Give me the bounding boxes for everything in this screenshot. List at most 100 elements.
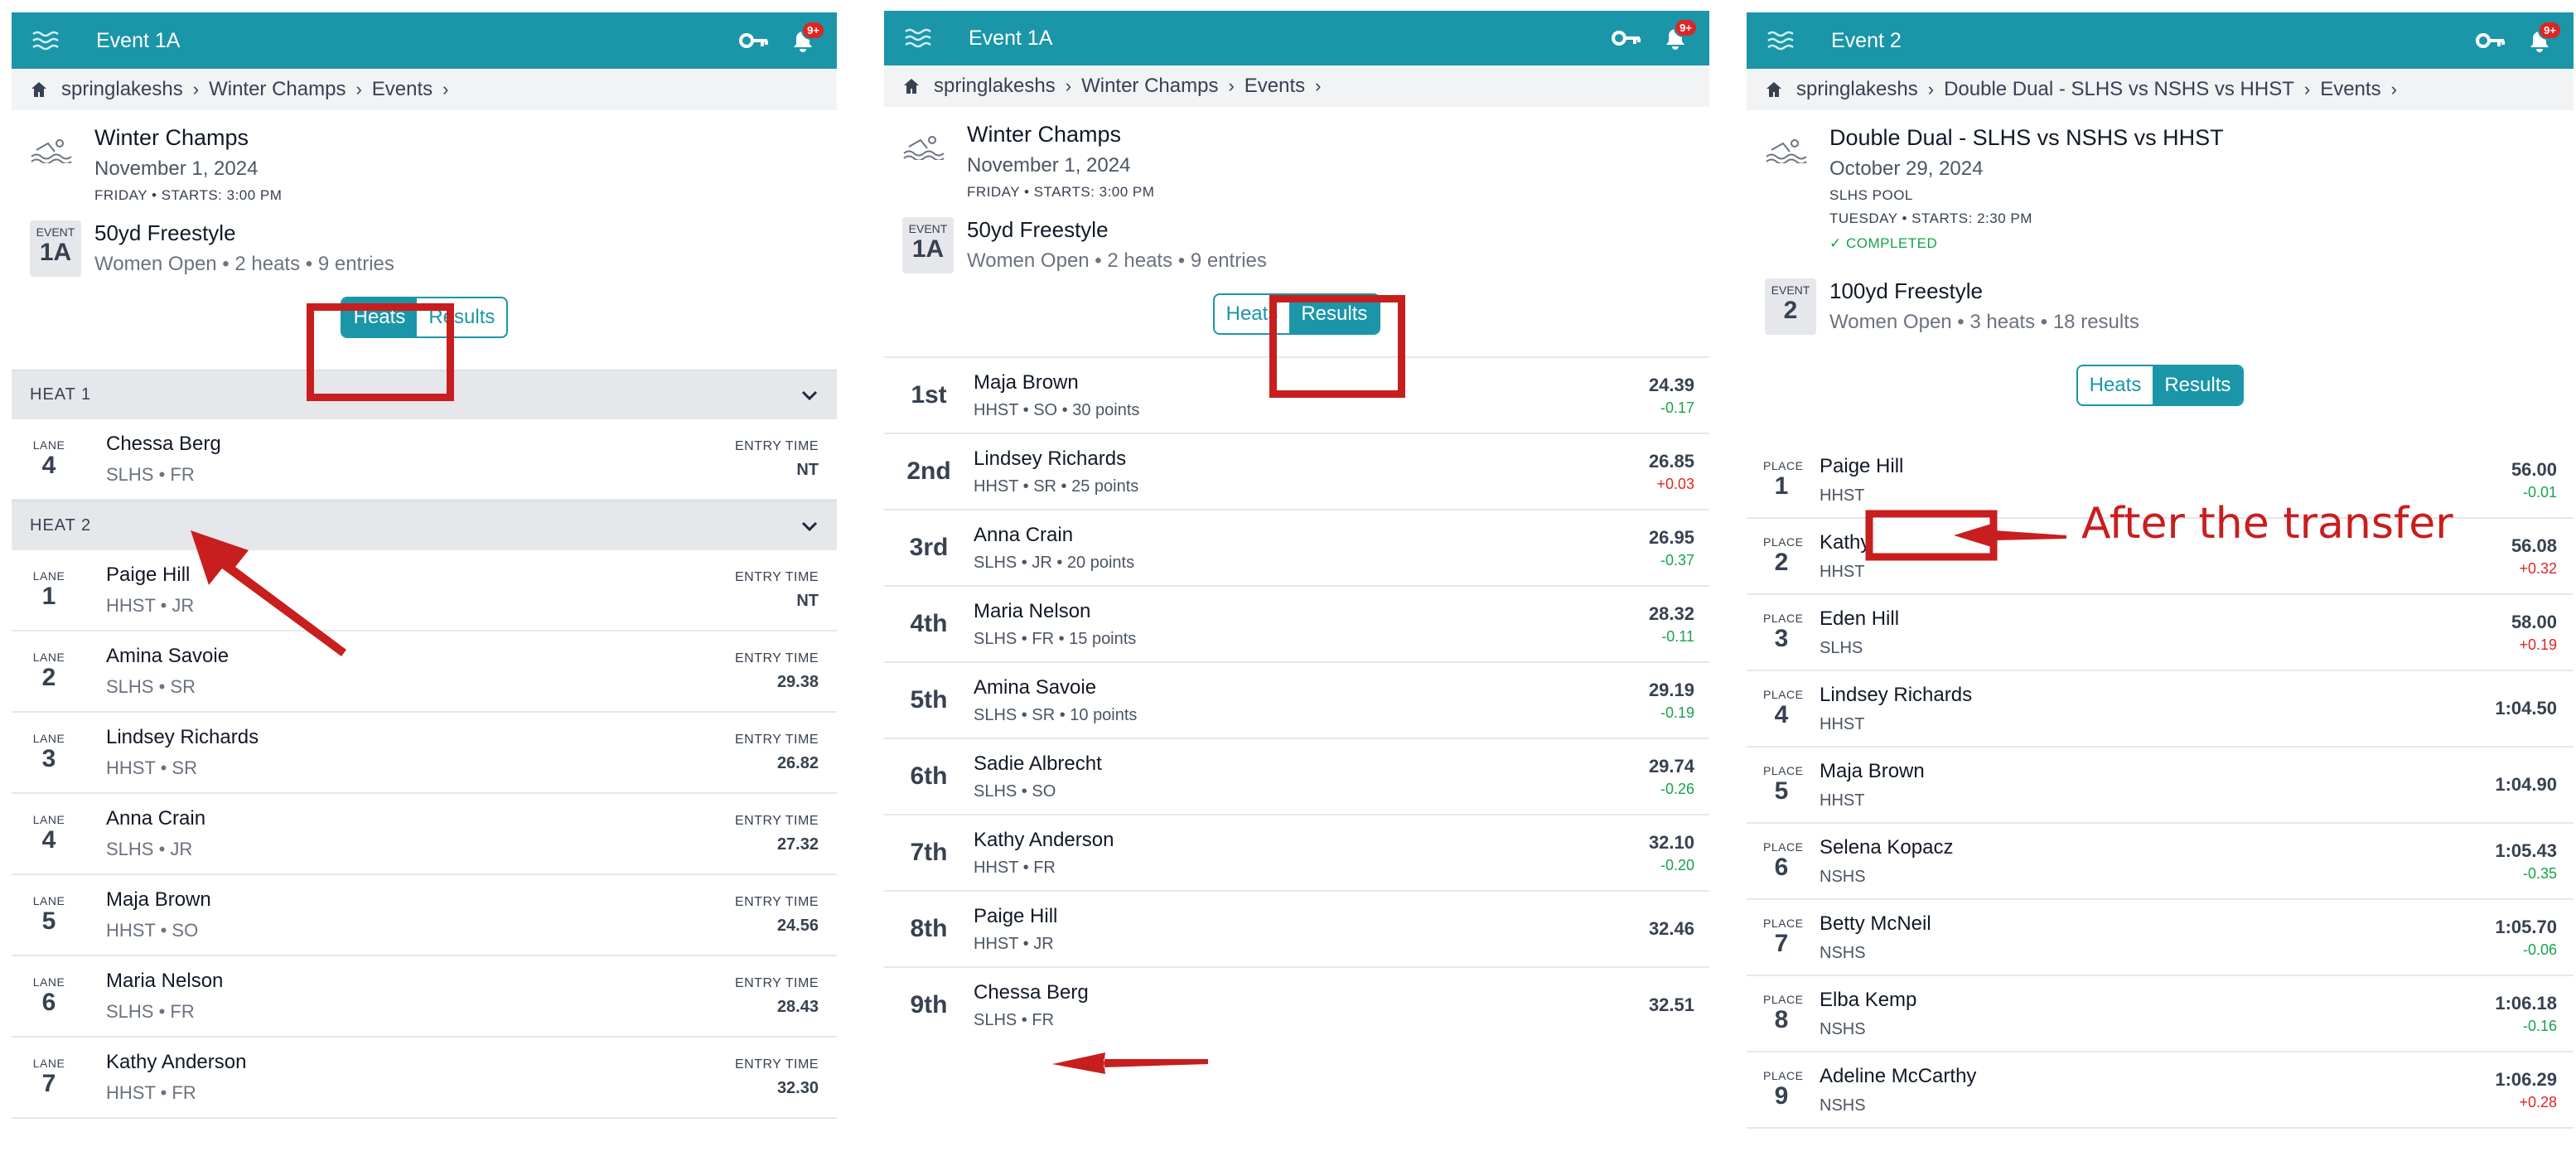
meet-header: Winter Champs November 1, 2024 FRIDAY • … bbox=[12, 110, 837, 204]
tab-results[interactable]: Results bbox=[2153, 366, 2243, 404]
swimmer-name[interactable]: Lindsey Richards bbox=[974, 448, 1138, 471]
entry-row[interactable]: LANE 6 Maria Nelson SLHS • FR ENTRY TIME 28.4… bbox=[12, 956, 837, 1038]
event-name: 50yd Freestyle bbox=[94, 220, 236, 245]
result-row[interactable]: 5th Amina Savoie SLHS • SR • 10 points 29.1… bbox=[884, 661, 1709, 738]
menu-wave-icon[interactable] bbox=[902, 27, 935, 50]
result-row[interactable]: 3rd Anna Crain SLHS • JR • 20 points 26.95 -… bbox=[884, 509, 1709, 585]
result-row[interactable]: PLACE 9 Adeline McCarthy NSHS 1:06.29 +0.28 bbox=[1747, 1052, 2574, 1129]
swimmer-name[interactable]: Lindsey Richards bbox=[106, 726, 259, 749]
result-row[interactable]: 8th Paige Hill HHST • JR 32.46 bbox=[884, 890, 1709, 966]
menu-wave-icon[interactable] bbox=[1765, 29, 1798, 52]
entry-row[interactable]: LANE 3 Lindsey Richards HHST • SR ENTRY TIME… bbox=[12, 713, 837, 794]
swimmer-name[interactable]: Kathy Anderson bbox=[974, 829, 1114, 852]
lane-box: LANE 2 bbox=[30, 651, 68, 692]
result-row[interactable]: 2nd Lindsey Richards HHST • SR • 25 points… bbox=[884, 433, 1709, 509]
breadcrumb-events[interactable]: Events bbox=[1245, 75, 1305, 98]
entry-time-label: ENTRY TIME bbox=[734, 1057, 819, 1072]
swimmer-details: SLHS • FR bbox=[974, 1010, 1055, 1029]
breadcrumb-meet[interactable]: Winter Champs bbox=[1081, 75, 1218, 98]
result-row[interactable]: 9th Chessa Berg SLHS • FR 32.51 bbox=[884, 966, 1709, 1043]
key-icon[interactable] bbox=[2476, 31, 2506, 51]
home-icon[interactable] bbox=[30, 80, 48, 99]
key-icon[interactable] bbox=[739, 31, 769, 51]
swimmer-name[interactable]: Eden Hill bbox=[1820, 607, 1899, 631]
place-box: PLACE 5 bbox=[1763, 764, 1803, 806]
swimmer-name[interactable]: Maja Brown bbox=[1820, 760, 1925, 783]
result-row[interactable]: PLACE 8 Elba Kemp NSHS 1:06.18 -0.16 bbox=[1747, 976, 2574, 1052]
time-diff: +0.28 bbox=[2519, 1093, 2557, 1110]
lane-number: 7 bbox=[41, 1070, 56, 1097]
swimmer-name[interactable]: Chessa Berg bbox=[974, 981, 1089, 1004]
breadcrumb-team[interactable]: springlakeshs bbox=[61, 78, 183, 101]
swimmer-name[interactable]: Adeline McCarthy bbox=[1820, 1065, 1976, 1088]
swimmer-name[interactable]: Amina Savoie bbox=[106, 645, 229, 668]
entry-row[interactable]: LANE 1 Paige Hill HHST • JR ENTRY TIME NT bbox=[12, 550, 837, 631]
place-number: 1 bbox=[1774, 472, 1789, 500]
home-icon[interactable] bbox=[902, 77, 921, 95]
breadcrumb-team[interactable]: springlakeshs bbox=[1796, 78, 1918, 101]
swimmer-name[interactable]: Selena Kopacz bbox=[1820, 836, 1953, 859]
menu-wave-icon[interactable] bbox=[30, 29, 63, 52]
swimmer-name[interactable]: Anna Crain bbox=[106, 807, 205, 830]
meet-name: Double Dual - SLHS vs NSHS vs HHST bbox=[1829, 125, 2224, 150]
time-diff: -0.01 bbox=[2522, 483, 2557, 501]
swimmer-name[interactable]: Kathy Anderson bbox=[106, 1051, 246, 1074]
swimmer-team: HHST • JR bbox=[106, 595, 195, 616]
swimmer-name[interactable]: Maria Nelson bbox=[106, 970, 223, 993]
swimmer-name[interactable]: Paige Hill bbox=[974, 905, 1057, 928]
place-number: 2 bbox=[1774, 549, 1789, 576]
entry-row[interactable]: LANE 5 Maja Brown HHST • SO ENTRY TIME 24.56 bbox=[12, 875, 837, 956]
result-row[interactable]: 4th Maria Nelson SLHS • FR • 15 points 28.3… bbox=[884, 585, 1709, 661]
swimmer-team: HHST bbox=[1820, 486, 1865, 505]
swimmer-name[interactable]: Maria Nelson bbox=[974, 600, 1136, 623]
result-time: 56.00 -0.01 bbox=[2511, 459, 2557, 501]
breadcrumb-events[interactable]: Events bbox=[2320, 78, 2380, 101]
time-diff: +0.03 bbox=[1656, 475, 1694, 492]
notifications-button[interactable]: 9+ bbox=[1661, 18, 1698, 55]
entry-row[interactable]: LANE 2 Amina Savoie SLHS • SR ENTRY TIME 29.3… bbox=[12, 631, 837, 713]
entry-row[interactable]: LANE 7 Kathy Anderson HHST • FR ENTRY TIME 32… bbox=[12, 1038, 837, 1119]
result-row[interactable]: PLACE 5 Maja Brown HHST 1:04.90 bbox=[1747, 747, 2574, 824]
breadcrumb-meet[interactable]: Winter Champs bbox=[209, 78, 346, 101]
swimmer-name[interactable]: Kathy Anderson bbox=[1820, 531, 1960, 554]
entry-row[interactable]: LANE 4 Chessa Berg SLHS • FR ENTRY TIME NT bbox=[12, 419, 837, 501]
swimmer-name[interactable]: Paige Hill bbox=[1820, 455, 1903, 478]
notifications-button[interactable]: 9+ bbox=[789, 21, 825, 57]
result-row[interactable]: PLACE 7 Betty McNeil NSHS 1:05.70 -0.06 bbox=[1747, 900, 2574, 976]
breadcrumb: springlakeshs › Winter Champs › Events › bbox=[12, 69, 837, 110]
swimmer-name[interactable]: Paige Hill bbox=[106, 564, 194, 587]
lane-number: 1 bbox=[41, 583, 56, 610]
heat-header-2[interactable]: HEAT 2 bbox=[12, 501, 837, 550]
place-number: 6 bbox=[1774, 854, 1789, 881]
result-row[interactable]: PLACE 4 Lindsey Richards HHST 1:04.50 bbox=[1747, 671, 2574, 747]
result-row[interactable]: 6th Sadie Albrecht SLHS • SO 29.74 -0.26 bbox=[884, 738, 1709, 814]
swimmer-name[interactable]: Maja Brown bbox=[974, 371, 1139, 394]
swimmer-name[interactable]: Maja Brown bbox=[106, 888, 211, 912]
breadcrumb-meet[interactable]: Double Dual - SLHS vs NSHS vs HHST bbox=[1944, 78, 2294, 101]
notification-badge: 9+ bbox=[801, 21, 825, 40]
result-row[interactable]: PLACE 6 Selena Kopacz NSHS 1:05.43 -0.35 bbox=[1747, 824, 2574, 900]
notifications-button[interactable]: 9+ bbox=[2525, 21, 2562, 57]
swimmer-name[interactable]: Amina Savoie bbox=[974, 676, 1137, 699]
swimmer-name[interactable]: Sadie Albrecht bbox=[974, 752, 1102, 776]
place-number: 4 bbox=[1774, 701, 1789, 728]
swimmer-name[interactable]: Betty McNeil bbox=[1820, 912, 1931, 936]
swimmer-details: HHST • FR bbox=[974, 858, 1056, 877]
swimmer-name[interactable]: Chessa Berg bbox=[106, 433, 221, 456]
entry-row[interactable]: LANE 4 Anna Crain SLHS • JR ENTRY TIME 27.32 bbox=[12, 794, 837, 875]
swimmer-name[interactable]: Elba Kemp bbox=[1820, 989, 1916, 1012]
home-icon[interactable] bbox=[1765, 80, 1783, 99]
result-row[interactable]: 7th Kathy Anderson HHST • FR 32.10 -0.20 bbox=[884, 814, 1709, 890]
tab-heats[interactable]: Heats bbox=[2078, 366, 2153, 404]
swimmer-name[interactable]: Anna Crain bbox=[974, 524, 1134, 547]
breadcrumb-team[interactable]: springlakeshs bbox=[934, 75, 1056, 98]
result-row[interactable]: PLACE 3 Eden Hill SLHS 58.00 +0.19 bbox=[1747, 595, 2574, 671]
swimmer-team: SLHS • JR bbox=[106, 839, 193, 859]
entry-time: ENTRY TIME 26.82 bbox=[735, 733, 819, 773]
breadcrumb-events[interactable]: Events bbox=[372, 78, 433, 101]
swimmer-name[interactable]: Lindsey Richards bbox=[1820, 684, 1972, 707]
meet-venue: SLHS POOL bbox=[1829, 187, 1913, 203]
key-icon[interactable] bbox=[1612, 28, 1641, 48]
place-label: PLACE bbox=[1763, 459, 1804, 472]
entry-time: ENTRY TIME NT bbox=[735, 439, 819, 480]
